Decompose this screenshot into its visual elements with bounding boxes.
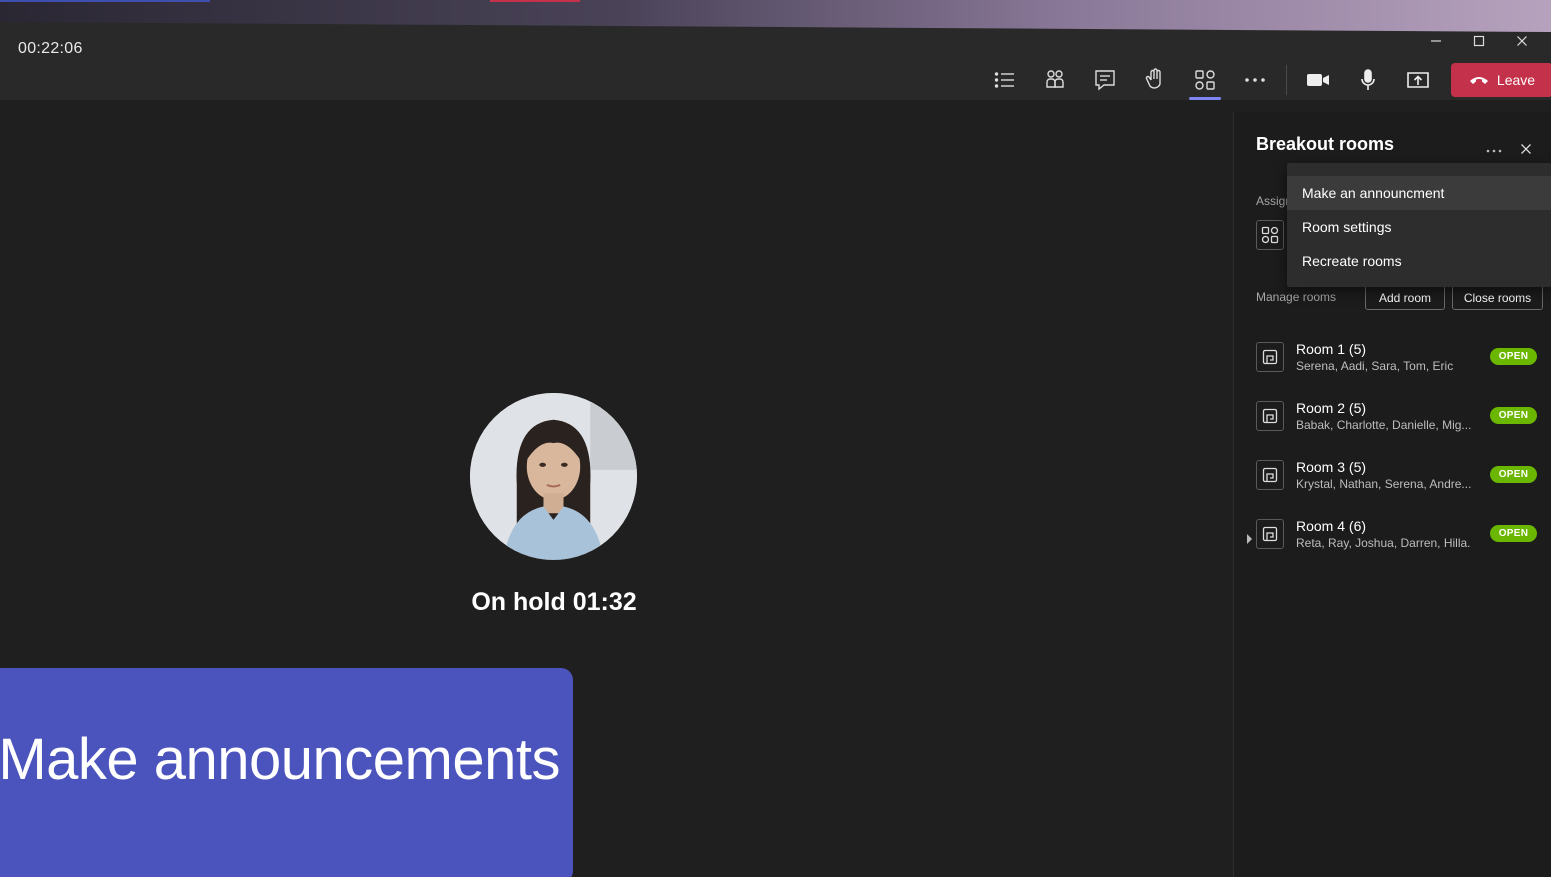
close-icon	[1521, 144, 1531, 154]
raise-hand-icon	[1145, 68, 1161, 89]
room-row[interactable]: Room 3 (5) Krystal, Nathan, Serena, Andr…	[1234, 452, 1551, 511]
room-row[interactable]: Room 4 (6) Reta, Ray, Joshua, Darren, Hi…	[1234, 511, 1551, 570]
room-members: Reta, Ray, Joshua, Darren, Hilla...	[1296, 536, 1471, 550]
people-icon	[1046, 70, 1064, 88]
room-row[interactable]: Room 1 (5) Serena, Aadi, Sara, Tom, Eric…	[1234, 334, 1551, 393]
meeting-timer: 00:22:06	[18, 40, 83, 57]
toolbar-divider	[1286, 65, 1287, 95]
microphone-icon	[1361, 69, 1375, 90]
panel-more-button[interactable]	[1486, 140, 1502, 158]
participants-button[interactable]	[1030, 60, 1080, 100]
share-screen-button[interactable]	[1393, 60, 1443, 100]
room-icon-glyph	[1262, 467, 1278, 483]
breakout-rooms-icon	[1261, 226, 1279, 244]
room-status-badge: OPEN	[1490, 525, 1537, 542]
maximize-icon	[1473, 35, 1484, 47]
list-icon	[994, 72, 1014, 88]
breakout-rooms-icon	[1195, 70, 1215, 90]
close-icon	[1516, 36, 1527, 46]
room-icon	[1256, 401, 1284, 431]
agenda-button[interactable]	[980, 60, 1030, 100]
breakout-options-menu: Make an announcment Room settings Recrea…	[1287, 163, 1551, 287]
close-window-button[interactable]	[1500, 30, 1543, 52]
menu-item-recreate-rooms[interactable]: Recreate rooms	[1287, 244, 1551, 278]
room-status-badge: OPEN	[1490, 466, 1537, 483]
more-icon	[1245, 78, 1265, 82]
assign-label: Assign	[1256, 194, 1288, 208]
menu-item-room-settings[interactable]: Room settings	[1287, 210, 1551, 244]
room-icon-glyph	[1262, 408, 1278, 424]
meeting-toolbar: Leave	[980, 60, 1551, 100]
more-icon	[1486, 149, 1502, 153]
room-name: Room 3 (5)	[1296, 459, 1367, 475]
raise-hand-button[interactable]	[1130, 60, 1180, 100]
room-members: Serena, Aadi, Sara, Tom, Eric	[1296, 359, 1454, 373]
share-icon	[1407, 72, 1429, 88]
room-members: Babak, Charlotte, Danielle, Mig...	[1296, 418, 1471, 432]
maximize-button[interactable]	[1457, 30, 1500, 52]
menu-item-make-announcement[interactable]: Make an announcment	[1287, 176, 1551, 210]
breakout-rooms-button[interactable]	[1180, 60, 1230, 100]
on-hold-status: On hold 01:32	[471, 588, 637, 616]
microphone-button[interactable]	[1343, 60, 1393, 100]
camera-button[interactable]	[1293, 60, 1343, 100]
hang-up-icon	[1469, 77, 1488, 84]
room-icon-glyph	[1262, 349, 1278, 365]
room-status-badge: OPEN	[1490, 348, 1537, 365]
panel-close-button[interactable]	[1520, 142, 1532, 160]
assign-participants-button[interactable]	[1256, 220, 1284, 250]
manage-rooms-label: Manage rooms	[1256, 290, 1337, 304]
rooms-list: Room 1 (5) Serena, Aadi, Sara, Tom, Eric…	[1234, 334, 1551, 570]
room-row[interactable]: Room 2 (5) Babak, Charlotte, Danielle, M…	[1234, 393, 1551, 452]
camera-icon	[1307, 74, 1329, 86]
chat-button[interactable]	[1080, 60, 1130, 100]
expand-caret-icon[interactable]	[1246, 533, 1254, 545]
room-status-badge: OPEN	[1490, 407, 1537, 424]
announcement-banner-text: Make announcements	[0, 727, 561, 792]
room-name: Room 2 (5)	[1296, 400, 1367, 416]
participant-avatar	[470, 393, 637, 560]
more-actions-button[interactable]	[1230, 60, 1280, 100]
room-icon	[1256, 342, 1284, 372]
minimize-icon	[1430, 40, 1441, 42]
participant-photo	[470, 393, 637, 560]
panel-title: Breakout rooms	[1256, 134, 1395, 154]
backdrop-stripe	[0, 0, 210, 2]
add-room-button[interactable]: Add room	[1365, 285, 1445, 310]
minimize-button[interactable]	[1414, 30, 1457, 52]
window-controls	[1414, 30, 1543, 52]
room-name: Room 1 (5)	[1296, 341, 1367, 357]
leave-button[interactable]: Leave	[1451, 63, 1551, 97]
room-members: Krystal, Nathan, Serena, Andre...	[1296, 477, 1471, 491]
room-name: Room 4 (6)	[1296, 518, 1367, 534]
leave-label: Leave	[1496, 72, 1536, 88]
chat-icon	[1095, 70, 1115, 91]
room-icon	[1256, 519, 1284, 549]
room-icon	[1256, 460, 1284, 490]
close-rooms-button[interactable]: Close rooms	[1452, 285, 1543, 310]
backdrop-stripe	[490, 0, 580, 2]
room-icon-glyph	[1262, 526, 1278, 542]
